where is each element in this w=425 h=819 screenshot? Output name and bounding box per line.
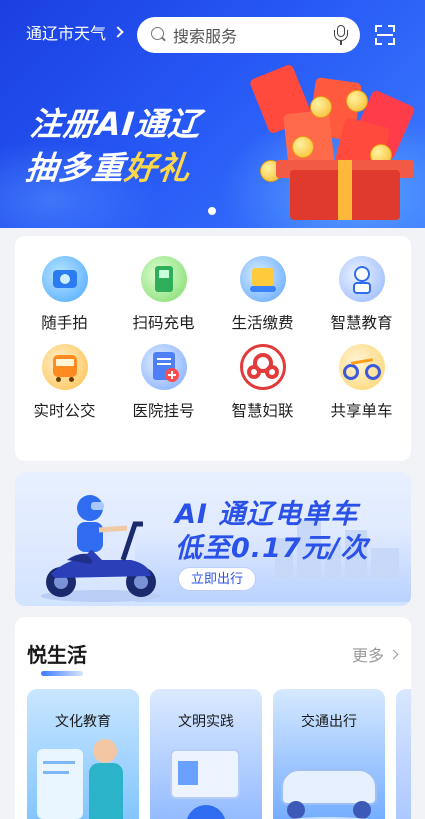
service-label: 生活缴费 bbox=[231, 314, 294, 332]
tile-label: 交通出行 bbox=[301, 714, 357, 730]
e-bike-banner[interactable]: AI 通辽电单车 低至0.17元/次 立即出行 bbox=[15, 472, 411, 606]
promo-line-2-highlight: 好礼 bbox=[122, 149, 193, 187]
city-weather-label: 通辽市天气 bbox=[26, 24, 107, 43]
scooter-rider-illustration bbox=[41, 495, 161, 602]
service-label: 实时公交 bbox=[33, 402, 96, 420]
service-label: 共享单车 bbox=[330, 402, 393, 420]
bicycle-icon bbox=[338, 344, 385, 390]
tile-label: 文明实践 bbox=[178, 714, 234, 730]
chevron-right-icon bbox=[112, 26, 124, 38]
banner-promo-text: 注册AI通辽 抽多重好礼 bbox=[23, 102, 203, 190]
ride-banner-subtitle: 低至0.17元/次 bbox=[175, 533, 369, 564]
tile-transportation[interactable]: 交通出行 bbox=[273, 689, 385, 819]
service-smart-womens-federation[interactable]: 智慧妇联 bbox=[213, 344, 312, 421]
more-label: 更多 bbox=[351, 646, 384, 665]
hospital-clipboard-icon bbox=[140, 344, 187, 390]
service-smart-education[interactable]: 智慧教育 bbox=[312, 256, 411, 333]
scan-icon[interactable] bbox=[375, 25, 395, 45]
tile-civilization-practice[interactable]: 文明实践 bbox=[150, 689, 262, 819]
life-section: 悦生活 更多 文化教育 文明实践 交通出行 bbox=[15, 617, 411, 819]
ride-now-button[interactable]: 立即出行 bbox=[178, 567, 256, 591]
bus-icon bbox=[41, 344, 88, 390]
charging-station-icon bbox=[140, 256, 187, 302]
tile-culture-education[interactable]: 文化教育 bbox=[27, 689, 139, 819]
more-link[interactable]: 更多 bbox=[351, 642, 399, 666]
service-shared-bike[interactable]: 共享单车 bbox=[312, 344, 411, 421]
tile-label: 文化教育 bbox=[55, 714, 111, 730]
service-label: 随手拍 bbox=[41, 314, 88, 332]
service-label: 扫码充电 bbox=[132, 314, 195, 332]
section-title: 悦生活 bbox=[27, 643, 87, 667]
promo-line-2: 抽多重好礼 bbox=[23, 146, 198, 190]
service-suishoupai[interactable]: 随手拍 bbox=[15, 256, 114, 333]
womens-federation-icon bbox=[239, 344, 286, 390]
service-label: 医院挂号 bbox=[132, 402, 195, 420]
city-weather-link[interactable]: 通辽市天气 bbox=[26, 20, 124, 44]
promo-line-2-a: 抽多重 bbox=[23, 149, 127, 187]
service-life-payment[interactable]: 生活缴费 bbox=[213, 256, 312, 333]
service-scan-charge[interactable]: 扫码充电 bbox=[114, 256, 213, 333]
service-grid: 随手拍 扫码充电 生活缴费 智慧教育 实时公交 医院挂号 智慧妇联 共享单车 bbox=[15, 236, 411, 461]
top-banner[interactable]: 通辽市天气 搜索服务 注册AI通辽 抽多重好礼 bbox=[0, 0, 425, 228]
title-underline bbox=[41, 671, 83, 676]
bill-payment-icon bbox=[239, 256, 286, 302]
gift-box-illustration bbox=[248, 50, 425, 228]
service-hospital-registration[interactable]: 医院挂号 bbox=[114, 344, 213, 421]
camera-icon bbox=[41, 256, 88, 302]
microphone-icon[interactable] bbox=[334, 25, 348, 45]
tile-partial[interactable] bbox=[396, 689, 411, 819]
promo-line-1: 注册AI通辽 bbox=[28, 105, 203, 143]
service-label: 智慧教育 bbox=[330, 314, 393, 332]
chevron-right-icon bbox=[388, 649, 399, 659]
robot-astronaut-icon bbox=[338, 256, 385, 302]
service-label: 智慧妇联 bbox=[231, 402, 294, 420]
search-icon bbox=[151, 27, 167, 43]
search-placeholder: 搜索服务 bbox=[173, 27, 238, 46]
service-realtime-bus[interactable]: 实时公交 bbox=[15, 344, 114, 421]
carousel-indicator[interactable] bbox=[208, 207, 216, 215]
search-bar[interactable]: 搜索服务 bbox=[137, 17, 360, 53]
